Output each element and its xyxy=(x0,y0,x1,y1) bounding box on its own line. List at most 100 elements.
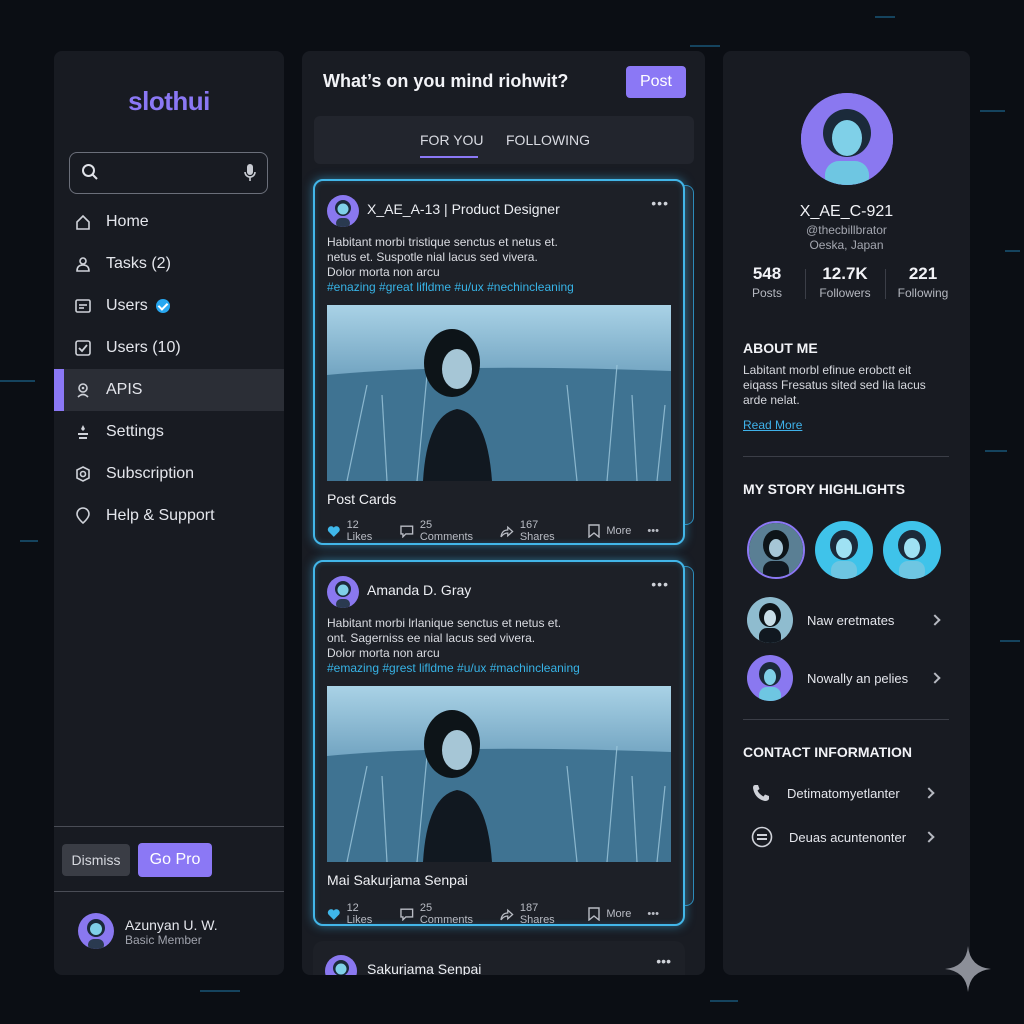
post-title: Post Cards xyxy=(327,491,397,507)
post-author-name[interactable]: X_AE_A-13 | Product Designer xyxy=(367,201,560,217)
tab-following[interactable]: FOLLOWING xyxy=(506,132,590,148)
sidebar-item-label: Tasks (2) xyxy=(106,255,171,272)
about-text: Labitant morbl efinue erobctt eit eiqass… xyxy=(743,363,926,407)
go-pro-button[interactable]: Go Pro xyxy=(138,843,212,877)
share-button[interactable]: 187 Shares xyxy=(500,902,574,926)
post-author-avatar[interactable] xyxy=(325,955,357,975)
feed-panel: What’s on you mind riohwit? Post FOR YOU… xyxy=(302,51,705,975)
post-card[interactable]: Amanda D. Gray ••• Habitant morbi lrlani… xyxy=(313,560,685,926)
profile-avatar[interactable] xyxy=(801,93,893,185)
save-button[interactable]: More xyxy=(588,524,631,538)
sparkle-icon xyxy=(943,944,993,999)
search-icon xyxy=(81,163,99,186)
post-author-name[interactable]: Amanda D. Gray xyxy=(367,582,471,598)
post-button[interactable]: Post xyxy=(626,66,686,98)
about-heading: ABOUT ME xyxy=(743,340,818,356)
more-options-icon[interactable]: ••• xyxy=(651,576,669,592)
post-card[interactable]: Sakurjama Senpai ••• xyxy=(313,941,685,975)
like-button[interactable]: 12 Likes xyxy=(327,519,386,543)
sidebar-item-tasks[interactable]: Tasks (2) xyxy=(54,243,284,285)
story-highlight[interactable] xyxy=(815,521,873,579)
post-image[interactable] xyxy=(327,686,671,862)
highlight-row[interactable]: Nowally an pelies xyxy=(747,655,947,701)
feed-tabs: FOR YOU FOLLOWING xyxy=(314,116,694,164)
save-button[interactable]: More xyxy=(588,907,631,921)
sidebar-item-users[interactable]: Users xyxy=(54,285,284,327)
contact-label: Deuas acuntenonter xyxy=(789,829,907,845)
user-avatar[interactable] xyxy=(78,913,114,949)
story-highlight[interactable] xyxy=(747,521,805,579)
share-icon xyxy=(500,525,514,537)
highlight-label: Naw eretmates xyxy=(807,612,895,628)
more-options-icon[interactable]: ••• xyxy=(656,953,671,969)
stat-following[interactable]: 221 Following xyxy=(895,264,951,300)
post-card[interactable]: X_AE_A-13 | Product Designer ••• Habitan… xyxy=(313,179,685,545)
like-button[interactable]: 12 Likes xyxy=(327,902,386,926)
comment-button[interactable]: 25 Comments xyxy=(400,519,486,543)
dismiss-button[interactable]: Dismiss xyxy=(62,844,130,876)
highlight-avatar xyxy=(747,655,793,701)
more-options-icon[interactable]: ••• xyxy=(647,908,659,920)
more-options-icon[interactable]: ••• xyxy=(647,525,659,537)
profile-panel: X_AE_C-921 @thecbillbrator Oeska, Japan … xyxy=(723,51,970,975)
highlights-heading: MY STORY HIGHLIGHTS xyxy=(743,481,906,497)
contact-row-phone[interactable]: Detimatomyetlanter xyxy=(751,781,941,805)
bookmark-icon xyxy=(588,907,601,921)
highlight-row[interactable]: Naw eretmates xyxy=(747,597,947,643)
highlight-avatar xyxy=(747,597,793,643)
stat-posts[interactable]: 548 Posts xyxy=(745,264,789,300)
profile-location: Oeska, Japan xyxy=(809,238,884,252)
tab-for-you[interactable]: FOR YOU xyxy=(420,132,484,148)
profile-handle: @thecbillbrator xyxy=(806,223,887,237)
share-button[interactable]: 167 Shares xyxy=(500,519,574,543)
post-actions: 12 Likes 25 Comments 187 Shares More ••• xyxy=(327,902,673,926)
divider xyxy=(54,891,284,892)
sidebar-item-home[interactable]: Home xyxy=(54,201,284,243)
sidebar-item-apis[interactable]: APIS xyxy=(54,369,284,411)
story-highlight[interactable] xyxy=(883,521,941,579)
read-more-link[interactable]: Read More xyxy=(743,418,802,432)
post-author-avatar[interactable] xyxy=(327,576,359,608)
comment-button[interactable]: 25 Comments xyxy=(400,902,486,926)
sidebar-item-label: Help & Support xyxy=(106,507,215,524)
bookmark-icon xyxy=(588,524,601,538)
post-actions: 12 Likes 25 Comments 167 Shares More ••• xyxy=(327,519,673,543)
sidebar-item-help-support[interactable]: Help & Support xyxy=(54,495,284,537)
microphone-icon[interactable] xyxy=(243,163,257,188)
sidebar-item-label: Home xyxy=(106,213,149,230)
users-icon xyxy=(74,297,92,315)
tasks-icon xyxy=(74,255,92,273)
sidebar-nav: Home Tasks (2) Users Users (10) APIS Set… xyxy=(54,201,284,537)
comment-icon xyxy=(400,524,414,538)
more-options-icon[interactable]: ••• xyxy=(651,195,669,211)
email-icon xyxy=(751,826,773,848)
subscription-icon xyxy=(74,465,92,483)
post-title: Mai Sakurjama Senpai xyxy=(327,872,468,888)
help-icon xyxy=(74,507,92,525)
divider xyxy=(743,719,949,720)
sidebar-item-label: APIS xyxy=(106,381,143,398)
chevron-right-icon xyxy=(929,672,941,684)
phone-icon xyxy=(753,785,769,801)
post-hashtags[interactable]: #emazing #grest lifldme #u/ux #machincle… xyxy=(327,661,627,676)
sidebar-item-subscription[interactable]: Subscription xyxy=(54,453,284,495)
compose-prompt[interactable]: What’s on you mind riohwit? xyxy=(323,71,568,92)
sidebar-item-settings[interactable]: Settings xyxy=(54,411,284,453)
divider xyxy=(743,456,949,457)
post-hashtags[interactable]: #enazing #great lifldme #u/ux #nechincle… xyxy=(327,280,627,295)
chevron-right-icon xyxy=(929,614,941,626)
contact-row-email[interactable]: Deuas acuntenonter xyxy=(751,825,941,849)
app-logo[interactable]: slothui xyxy=(54,86,284,117)
post-body: Habitant morbi lrlanique senctus et netu… xyxy=(327,616,587,676)
post-author-avatar[interactable] xyxy=(327,195,359,227)
divider xyxy=(805,269,806,299)
user-name: Azunyan U. W. xyxy=(125,917,218,933)
sidebar-item-users-10[interactable]: Users (10) xyxy=(54,327,284,369)
active-tab-indicator xyxy=(420,156,478,158)
stat-followers[interactable]: 12.7K Followers xyxy=(815,264,875,300)
search-bar[interactable] xyxy=(69,152,268,194)
post-author-name[interactable]: Sakurjama Senpai xyxy=(367,961,481,975)
search-input[interactable] xyxy=(110,161,230,185)
post-image[interactable] xyxy=(327,305,671,481)
comment-icon xyxy=(400,907,414,921)
